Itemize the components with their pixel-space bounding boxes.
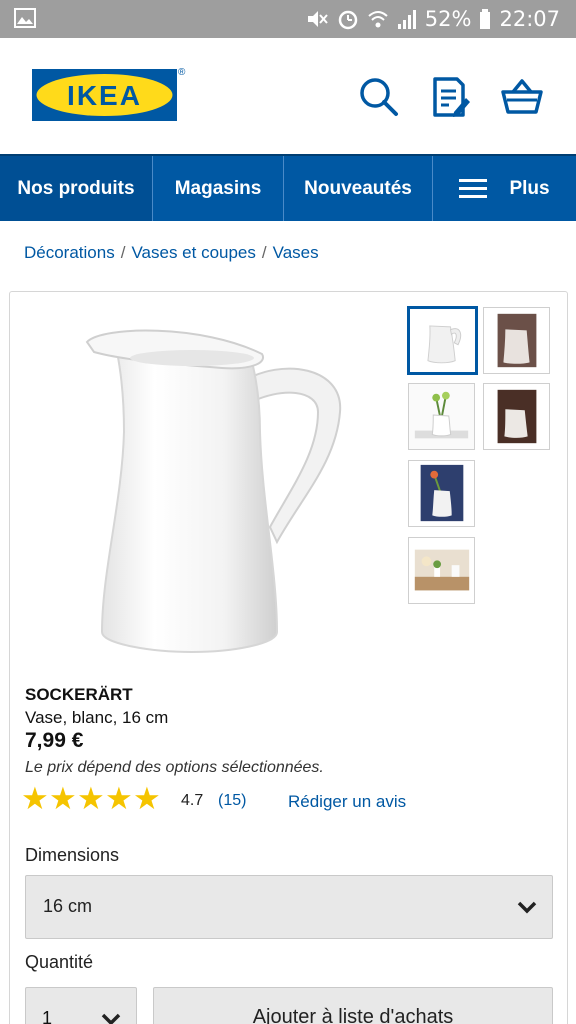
rating-value: 4.7 <box>181 792 204 809</box>
vase-thumbnail <box>411 309 474 372</box>
nav-item-products[interactable]: Nos produits <box>0 156 153 221</box>
dimensions-value: 16 cm <box>43 896 93 916</box>
product-thumbnail[interactable] <box>483 383 550 450</box>
product-main-image[interactable] <box>82 312 362 657</box>
product-thumbnail[interactable] <box>408 537 475 604</box>
site-header: IKEA ® <box>0 38 576 154</box>
product-price: 7,99 € <box>25 729 84 752</box>
nav-item-label: Magasins <box>174 177 262 199</box>
nav-item-label: Nouveautés <box>304 177 412 199</box>
nav-item-label: Plus <box>509 177 550 199</box>
nav-item-new[interactable]: Nouveautés <box>284 156 433 221</box>
product-thumbnail[interactable] <box>408 460 475 527</box>
nav-item-label: Nos produits <box>17 177 135 199</box>
review-count-link[interactable]: (15) <box>218 792 246 810</box>
price-note: Le prix dépend des options sélectionnées… <box>25 759 324 776</box>
product-thumbnail[interactable] <box>408 383 475 450</box>
product-card: SOCKERÄRT Vase, blanc, 16 cm 7,99 € Le p… <box>9 291 568 1024</box>
main-nav: Nos produits Magasins Nouveautés Plus <box>0 154 576 221</box>
battery-percent: 52% <box>424 7 472 31</box>
add-to-shopping-list-button[interactable]: Ajouter à liste d'achats <box>153 987 553 1024</box>
vase-closeup-thumbnail <box>484 308 549 373</box>
dimensions-label: Dimensions <box>25 845 120 865</box>
breadcrumb-link[interactable]: Vases et coupes <box>131 243 255 262</box>
alarm-icon <box>338 10 358 30</box>
chevron-down-icon <box>101 1013 121 1024</box>
ikea-logo[interactable]: IKEA <box>32 69 177 121</box>
quantity-label: Quantité <box>25 952 94 972</box>
battery-icon <box>480 9 491 29</box>
breadcrumb-link[interactable]: Décorations <box>24 243 115 262</box>
star-icon: ★ <box>21 781 49 816</box>
star-icon: ★ <box>105 781 133 816</box>
breadcrumb-separator: / <box>120 243 126 262</box>
dimensions-select[interactable]: 16 cm <box>25 875 553 939</box>
svg-text:IKEA: IKEA <box>67 80 142 111</box>
vase-flowers-thumbnail <box>409 384 474 449</box>
breadcrumb-link[interactable]: Vases <box>273 243 319 262</box>
shopping-list-icon[interactable] <box>430 76 472 118</box>
quantity-value: 1 <box>42 1008 53 1024</box>
status-bar: 52% 22:07 <box>0 0 576 38</box>
clock: 22:07 <box>499 7 560 31</box>
hamburger-icon <box>459 178 488 198</box>
breadcrumb-separator: / <box>261 243 267 262</box>
signal-icon <box>397 10 416 29</box>
product-thumbnail[interactable] <box>407 306 478 375</box>
basket-icon[interactable] <box>501 76 543 118</box>
search-icon[interactable] <box>358 76 400 118</box>
star-icon: ★ <box>49 781 77 816</box>
registered-mark: ® <box>178 67 186 78</box>
product-thumbnail[interactable] <box>483 307 550 374</box>
mute-icon <box>307 11 328 27</box>
vase-dark-thumbnail <box>484 384 549 449</box>
chevron-down-icon <box>517 901 537 914</box>
product-description: Vase, blanc, 16 cm <box>25 708 169 727</box>
wifi-icon <box>368 11 388 28</box>
write-review-link[interactable]: Rédiger un avis <box>288 792 406 812</box>
product-name: SOCKERÄRT <box>25 685 133 704</box>
nav-item-stores[interactable]: Magasins <box>153 156 284 221</box>
star-icon: ★ <box>133 781 161 816</box>
nav-item-more[interactable]: Plus <box>433 156 576 221</box>
star-icon: ★ <box>77 781 105 816</box>
room-scene-thumbnail <box>409 538 474 603</box>
quantity-select[interactable]: 1 <box>25 987 137 1024</box>
rating-stars: ★ ★ ★ ★ ★ <box>21 783 161 815</box>
vase-blue-scene-thumbnail <box>409 461 474 526</box>
gallery-icon <box>14 8 36 28</box>
breadcrumb: Décorations / Vases et coupes / Vases <box>24 243 319 263</box>
